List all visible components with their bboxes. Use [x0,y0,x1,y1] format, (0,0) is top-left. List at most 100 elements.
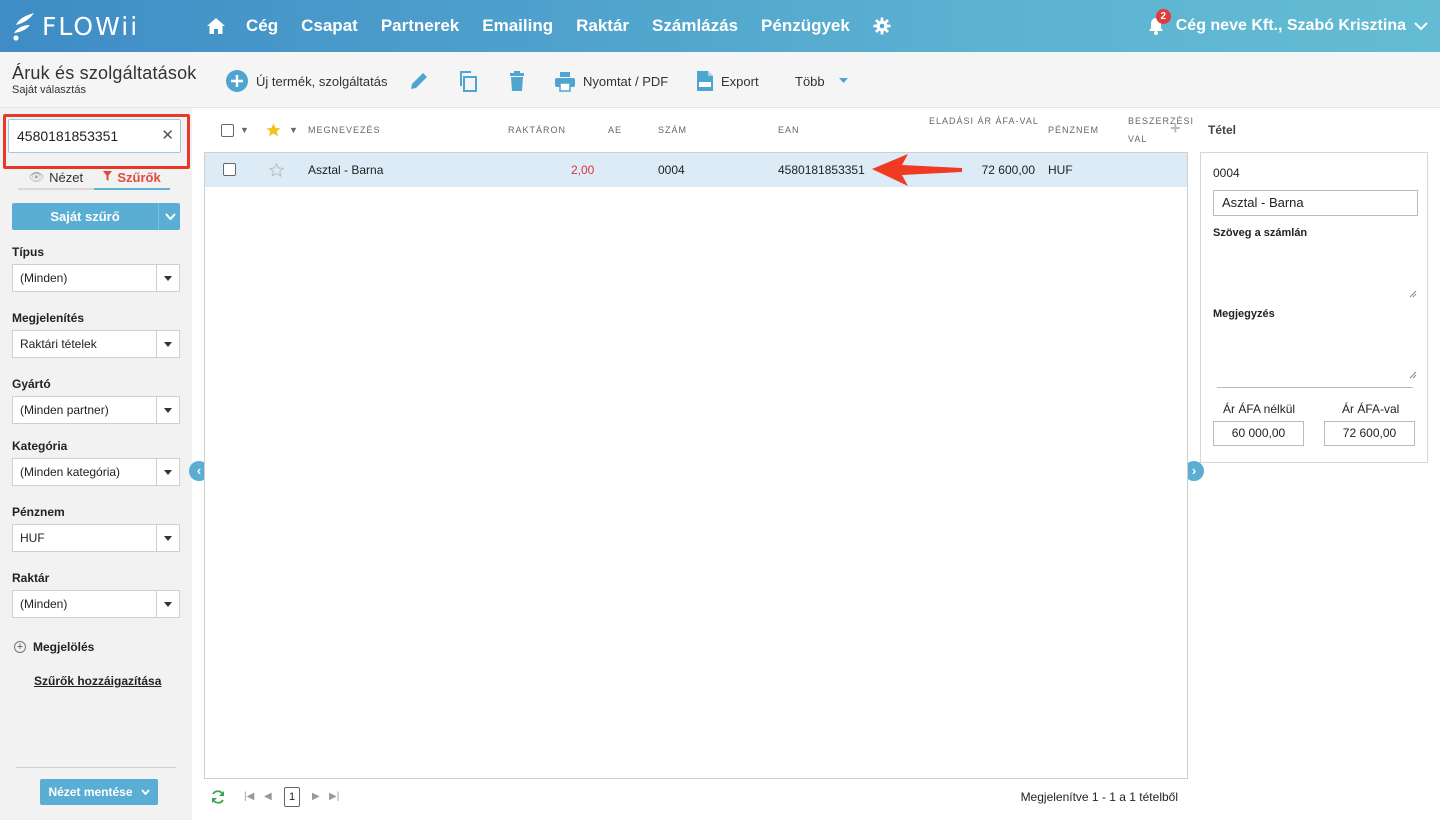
page-number-input[interactable]: 1 [284,787,300,807]
clear-search-icon[interactable]: ✕ [161,128,174,144]
top-navbar: FLOWii Cég Csapat Partnerek Emailing Rak… [0,0,1440,52]
save-view-button[interactable]: Nézet mentése [40,779,158,805]
cell-ean: 4580181853351 [778,163,865,177]
filter-manufacturer-select[interactable]: (Minden partner) [12,396,180,424]
notification-badge: 2 [1155,9,1171,24]
dropdown-arrow-icon [156,459,179,485]
filter-currency-select[interactable]: HUF [12,524,180,552]
prev-page-icon[interactable]: ◀ [264,791,272,802]
assign-filters-link[interactable]: Szűrők hozzáigazítása [34,674,161,688]
filter-type-select[interactable]: (Minden) [12,264,180,292]
own-filter-label: Saját szűrő [50,209,120,224]
filter-category-select[interactable]: (Minden kategória) [12,458,180,486]
table-row[interactable]: Asztal - Barna 2,00 0004 4580181853351 7… [205,153,1187,187]
filter-display-label: Megjelenítés [12,311,85,325]
select-all-checkbox[interactable] [221,124,234,137]
col-header-purchase-2: val [1128,134,1148,144]
user-label[interactable]: Cég neve Kft., Szabó Krisztina [1176,17,1406,35]
col-header-number[interactable]: Szám [658,125,687,135]
nav-item-csapat[interactable]: Csapat [301,16,358,36]
logo-text: FLOWii [42,11,140,41]
edit-pencil-icon[interactable] [408,70,430,92]
tab-view[interactable]: 👁 Nézet [18,166,94,190]
nav-item-penzugyek[interactable]: Pénzügyek [761,16,850,36]
home-icon[interactable] [206,16,226,36]
refresh-icon[interactable] [210,789,226,805]
star-outline-icon[interactable] [269,163,284,177]
dropdown-arrow-icon [156,591,179,617]
flowii-logo-icon [13,13,34,41]
first-page-icon[interactable]: |◀ [244,791,254,802]
note-text-area[interactable] [1213,322,1418,380]
trash-icon[interactable] [506,70,528,92]
more-label: Több [795,73,825,89]
nav-item-raktar[interactable]: Raktár [576,16,629,36]
note-label: Megjegyzés [1213,308,1275,320]
own-filter-dropdown[interactable] [158,203,180,230]
more-menu-button[interactable]: Több [795,68,848,94]
col-header-currency[interactable]: Pénznem [1048,125,1099,135]
col-header-purchase[interactable]: Beszerzési [1128,116,1194,126]
cell-name: Asztal - Barna [308,163,384,177]
user-menu[interactable]: 2 Cég neve Kft., Szabó Krisztina [1148,0,1428,52]
search-field[interactable]: ✕ [8,119,181,153]
row-checkbox[interactable] [223,163,236,176]
own-filter-button[interactable]: Saját szűrő [12,203,180,230]
nav-item-partnerek[interactable]: Partnerek [381,16,459,36]
filter-sidebar: ✕ 👁 Nézet Szűrők Saját szűrő Típus (Mind… [0,108,192,820]
detail-name-input[interactable]: Asztal - Barna [1213,190,1418,216]
chevron-down-icon[interactable]: ▼ [240,125,249,135]
flowii-logo[interactable]: FLOWii [12,8,139,44]
filter-display-select[interactable]: Raktári tételek [12,330,180,358]
print-pdf-button[interactable]: Nyomtat / PDF [554,68,668,94]
filter-manufacturer-label: Gyártó [12,377,51,391]
star-filled-icon[interactable] [266,123,281,137]
plus-circle-icon [226,70,248,92]
net-price-label: Ár ÁFA nélkül [1223,402,1296,416]
filter-category-label: Kategória [12,439,68,453]
caret-down-icon [838,78,848,83]
col-header-unit[interactable]: AE [608,125,622,135]
nav-item-szamlazas[interactable]: Számlázás [652,16,738,36]
filter-display-value: Raktári tételek [20,337,97,351]
filter-warehouse-label: Raktár [12,571,50,585]
detail-code: 0004 [1213,166,1240,180]
product-grid: Asztal - Barna 2,00 0004 4580181853351 7… [204,152,1188,779]
filter-warehouse-select[interactable]: (Minden) [12,590,180,618]
new-product-label: Új termék, szolgáltatás [256,73,388,89]
col-header-sale-price[interactable]: Eladási ár ÁFA-val [929,116,1039,126]
cell-stock: 2,00 [571,163,595,177]
resize-grip-icon[interactable] [1409,290,1417,298]
invoice-text-area[interactable] [1213,241,1418,299]
col-header-stock[interactable]: Raktáron [508,125,566,135]
gross-price-input[interactable]: 72 600,00 [1324,421,1415,446]
col-header-name[interactable]: Megnevezés [308,125,381,135]
funnel-icon [103,170,113,184]
tab-filters[interactable]: Szűrők [94,166,170,190]
grid-header: ▼ ▼ Megnevezés Raktáron AE Szám EAN Elad… [204,108,1193,152]
resize-grip-icon[interactable] [1409,371,1417,379]
printer-icon [555,72,575,92]
save-view-label: Nézet mentése [48,785,133,799]
export-button[interactable]: Export [694,68,759,94]
tab-view-label: Nézet [49,169,84,185]
mark-toggle[interactable]: + Megjelölés [14,640,94,654]
net-price-input[interactable]: 60 000,00 [1213,421,1304,446]
col-header-ean[interactable]: EAN [778,125,800,135]
add-column-icon[interactable]: + [1170,118,1181,139]
last-page-icon[interactable]: ▶| [329,791,339,802]
gear-icon[interactable] [873,17,891,35]
copy-icon[interactable] [457,70,479,92]
search-input[interactable] [9,120,149,152]
main-nav: Cég Csapat Partnerek Emailing Raktár Szá… [206,0,891,52]
filter-currency-value: HUF [20,531,45,545]
new-product-button[interactable]: Új termék, szolgáltatás [226,68,388,94]
nav-item-ceg[interactable]: Cég [246,16,278,36]
nav-item-emailing[interactable]: Emailing [482,16,553,36]
filter-warehouse-value: (Minden) [20,597,68,611]
chevron-down-icon[interactable]: ▼ [289,125,298,135]
notification-bell[interactable]: 2 [1148,9,1171,35]
page-title: Áruk és szolgáltatások [12,63,197,83]
plus-circle-icon: + [14,641,26,653]
next-page-icon[interactable]: ▶ [312,791,320,802]
